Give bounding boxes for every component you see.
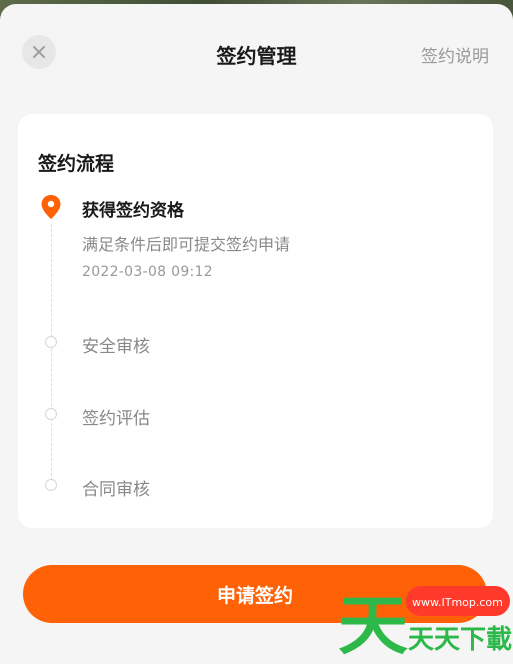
step-description: 满足条件后即可提交签约申请 <box>82 235 291 254</box>
step-dot-security-review <box>45 336 57 348</box>
step-title-evaluation: 签约评估 <box>82 409 150 429</box>
watermark-big-glyph: 天 <box>338 590 408 657</box>
step-timestamp: 2022-03-08 09:12 <box>82 264 213 280</box>
step-title-contract-review: 合同审核 <box>82 480 150 500</box>
watermark-text: 天天下載 <box>408 625 512 655</box>
step-dot-evaluation <box>45 408 57 420</box>
timeline-line <box>51 224 52 486</box>
bottom-sheet: 签约管理 签约说明 签约流程 获得签约资格 满足条件后即可提交签约申请 2022… <box>0 4 513 664</box>
step-title-security-review: 安全审核 <box>82 337 150 357</box>
location-pin-icon <box>41 195 61 219</box>
step-dot-contract-review <box>45 479 57 491</box>
card-title: 签约流程 <box>38 153 115 175</box>
step-title-qualification: 获得签约资格 <box>82 201 184 221</box>
signing-help-link[interactable]: 签约说明 <box>421 42 489 67</box>
watermark-logo: 天 www.ITmop.com 天天下載 <box>336 586 512 657</box>
signing-process-card: 签约流程 获得签约资格 满足条件后即可提交签约申请 2022-03-08 09:… <box>18 114 493 528</box>
watermark-site: www.ITmop.com <box>412 596 503 609</box>
